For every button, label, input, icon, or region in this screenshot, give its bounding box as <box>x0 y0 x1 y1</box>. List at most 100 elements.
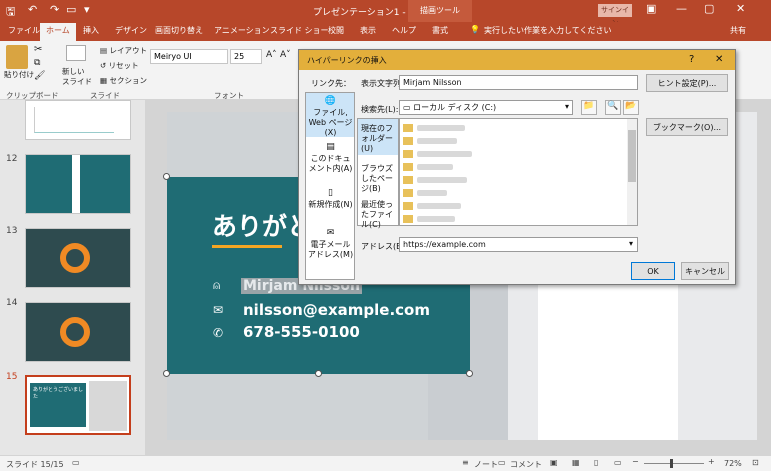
file-list-item[interactable] <box>417 151 472 157</box>
browse-web-icon[interactable]: 🔍 <box>605 100 621 115</box>
nav-create-new[interactable]: 新規作成(N) <box>307 200 354 210</box>
side-browsed-pages[interactable]: ブラウズしたページ(B) <box>361 164 397 194</box>
tab-help[interactable]: ヘルプ <box>392 25 416 36</box>
minimize-icon[interactable]: — <box>676 2 687 15</box>
tab-slideshow[interactable]: スライド ショー <box>270 25 329 36</box>
side-recent-files[interactable]: 最近使ったファイル(C) <box>361 200 397 230</box>
file-list-scrollbar-thumb[interactable] <box>628 130 636 182</box>
copy-icon[interactable]: ⧉ <box>34 58 40 68</box>
file-list-item[interactable] <box>417 203 461 209</box>
slide-email-text[interactable]: nilsson@example.com <box>243 301 430 319</box>
layout-button[interactable]: ▤ レイアウト <box>100 45 147 56</box>
tell-me-input[interactable]: 実行したい作業を入力してください <box>484 25 612 36</box>
slide-counter: スライド 15/15 <box>6 460 64 469</box>
ok-button[interactable]: OK <box>631 262 675 280</box>
document-icon: ▤ <box>326 142 335 152</box>
screentip-button[interactable]: ヒント設定(P)... <box>646 74 728 92</box>
normal-view-icon[interactable]: ▣ <box>550 458 558 467</box>
thumbnail-14[interactable] <box>25 302 131 362</box>
notes-button[interactable]: ノート <box>474 459 498 470</box>
tab-file[interactable]: ファイル <box>8 25 40 36</box>
new-slide-button[interactable]: 新しい スライド <box>62 67 92 87</box>
thumbnail-14-donut <box>60 317 90 347</box>
reading-view-icon[interactable]: ▯ <box>594 458 598 467</box>
fit-to-window-icon[interactable]: ⊡ <box>752 458 759 467</box>
thumbnail-15-photo <box>89 381 127 431</box>
close-window-icon[interactable]: ✕ <box>736 2 745 15</box>
thumbnail-number: 13 <box>6 226 18 236</box>
thumbnail-13[interactable] <box>25 228 131 288</box>
file-list[interactable] <box>399 118 638 226</box>
reset-button[interactable]: ↺ リセット <box>100 60 139 71</box>
look-in-select[interactable]: ▭ ローカル ディスク (C:) <box>399 100 573 115</box>
file-list-item[interactable] <box>417 177 467 183</box>
section-button[interactable]: ▦ セクション <box>100 75 147 86</box>
file-list-item[interactable] <box>417 216 455 222</box>
help-button[interactable]: ? <box>689 54 694 65</box>
selection-handle[interactable] <box>163 173 170 180</box>
file-list-item[interactable] <box>417 164 453 170</box>
comments-icon: ▭ <box>498 458 506 467</box>
address-input[interactable]: https://example.com <box>399 237 638 252</box>
side-current-folder[interactable]: 現在のフォルダー(U) <box>361 124 397 154</box>
nav-file-web-page[interactable]: ファイル, Web ページ(X) <box>307 108 354 138</box>
slide-heading[interactable]: ありがと <box>212 207 312 243</box>
dialog-close-button[interactable]: ✕ <box>715 54 723 65</box>
slide-phone-text[interactable]: 678-555-0100 <box>243 323 360 341</box>
thumbnail-15[interactable]: ありがとうございました <box>25 375 131 435</box>
share-button[interactable]: 共有 <box>730 25 746 36</box>
file-list-item[interactable] <box>417 125 465 131</box>
selection-handle[interactable] <box>163 370 170 377</box>
nav-email-address[interactable]: 電子メール アドレス(M) <box>307 240 354 260</box>
slide-thumbnails-pane[interactable]: 12 13 14 15 ありがとうございました <box>0 100 145 455</box>
tab-insert[interactable]: 挿入 <box>83 25 99 36</box>
new-slide-icon[interactable] <box>66 45 86 61</box>
folder-icon <box>403 137 413 145</box>
zoom-slider-thumb[interactable] <box>670 459 673 468</box>
thumbnail-13-donut <box>60 243 90 273</box>
address-dropdown-icon[interactable]: ▾ <box>629 239 633 248</box>
zoom-slider[interactable] <box>644 463 704 464</box>
paste-icon[interactable] <box>6 45 28 69</box>
spellcheck-icon[interactable]: ▭ <box>72 458 80 467</box>
tab-design[interactable]: デザイン <box>115 25 147 36</box>
selection-handle[interactable] <box>315 370 322 377</box>
signin-button[interactable]: サインイン <box>598 4 632 27</box>
thumbnail-11[interactable] <box>25 100 131 140</box>
folder-icon <box>403 124 413 132</box>
section-label: セクション <box>109 76 147 85</box>
comments-button[interactable]: コメント <box>510 459 542 470</box>
browse-file-icon[interactable]: 📂 <box>623 100 639 115</box>
thumbnail-12[interactable] <box>25 154 131 214</box>
tab-format[interactable]: 書式 <box>432 25 448 36</box>
tab-view[interactable]: 表示 <box>360 25 376 36</box>
tab-review[interactable]: 校閲 <box>328 25 344 36</box>
folder-up-icon[interactable]: 📁 <box>581 100 597 115</box>
font-name-select[interactable]: Meiryo UI <box>150 49 228 64</box>
file-list-item[interactable] <box>417 190 447 196</box>
slideshow-view-icon[interactable]: ▭ <box>614 458 622 467</box>
zoom-in-icon[interactable]: + <box>708 457 715 466</box>
selection-handle[interactable] <box>466 370 473 377</box>
file-list-item[interactable] <box>417 138 457 144</box>
slide-sorter-icon[interactable]: ▦ <box>572 458 580 467</box>
display-text-input[interactable]: Mirjam Nilsson <box>399 75 638 90</box>
cut-icon[interactable]: ✂ <box>34 44 42 55</box>
tab-animations[interactable]: アニメーション <box>214 25 270 36</box>
shrink-font-icon[interactable]: A˅ <box>280 50 291 60</box>
nav-this-document[interactable]: このドキュメント内(A) <box>307 154 354 174</box>
format-painter-icon[interactable]: 🖌 <box>34 71 45 81</box>
tab-home[interactable]: ホーム <box>40 23 76 41</box>
chevron-down-icon[interactable]: ▾ <box>565 102 569 111</box>
zoom-out-icon[interactable]: − <box>632 457 639 466</box>
font-size-select[interactable]: 25 <box>230 49 262 64</box>
ribbon-display-icon[interactable]: ▣ <box>646 2 656 15</box>
paste-button-label[interactable]: 貼り付け <box>4 69 34 80</box>
tab-transitions[interactable]: 画面切り替え <box>155 25 203 36</box>
grow-font-icon[interactable]: A˄ <box>266 50 277 60</box>
cancel-button[interactable]: キャンセル <box>681 262 729 280</box>
maximize-icon[interactable]: ▢ <box>704 2 714 15</box>
email-address-icon: ✉ <box>326 228 335 238</box>
zoom-level[interactable]: 72% <box>724 459 742 468</box>
bookmark-button[interactable]: ブックマーク(O)... <box>646 118 728 136</box>
